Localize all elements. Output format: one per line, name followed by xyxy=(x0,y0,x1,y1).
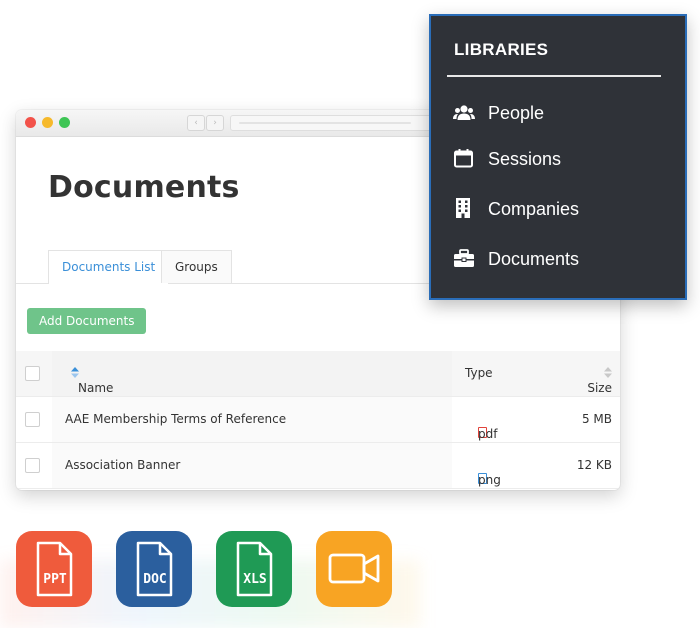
forward-button[interactable]: › xyxy=(206,115,224,131)
ppt-file-icon: PPT xyxy=(16,531,92,607)
table-row[interactable]: AAE Membership Terms of Reference pdf 5 … xyxy=(16,397,620,443)
calendar-icon xyxy=(454,149,473,168)
name-column-label: Name xyxy=(78,381,114,395)
xls-label: XLS xyxy=(243,572,267,587)
divider xyxy=(447,75,661,77)
library-item-label: Sessions xyxy=(488,149,562,169)
xls-file-icon: XLS xyxy=(216,531,292,607)
briefcase-icon xyxy=(454,249,474,267)
type-column-header[interactable]: Type xyxy=(452,351,532,396)
table-row[interactable]: Association Banner png 12 KB xyxy=(16,443,620,489)
libraries-panel: LIBRARIES People Sessions Companies Docu… xyxy=(429,14,687,300)
close-window-button[interactable] xyxy=(25,117,36,128)
back-button[interactable]: ‹ xyxy=(187,115,205,131)
tab-groups[interactable]: Groups xyxy=(161,250,232,283)
sort-neutral-icon xyxy=(604,367,612,378)
select-all-checkbox[interactable] xyxy=(25,366,40,381)
library-item-documents[interactable]: Documents xyxy=(453,244,673,274)
library-item-people[interactable]: People xyxy=(453,98,673,128)
library-item-companies[interactable]: Companies xyxy=(453,194,673,224)
maximize-window-button[interactable] xyxy=(59,117,70,128)
document-size: 12 KB xyxy=(576,458,612,472)
size-column-label: Size xyxy=(587,381,612,395)
document-name[interactable]: AAE Membership Terms of Reference xyxy=(65,412,286,426)
table-header-row: Name Type Size xyxy=(16,351,620,397)
library-item-label: Companies xyxy=(488,199,580,219)
add-documents-button[interactable]: Add Documents xyxy=(27,308,147,334)
row-checkbox[interactable] xyxy=(25,412,40,427)
size-column-header[interactable]: Size xyxy=(532,351,612,396)
library-item-label: Documents xyxy=(488,249,580,269)
people-icon xyxy=(453,105,475,120)
type-column-label: Type xyxy=(465,366,493,380)
documents-table: Name Type Size AAE Membership Terms of R… xyxy=(16,351,620,489)
doc-file-icon: DOC xyxy=(116,531,192,607)
libraries-title: LIBRARIES xyxy=(454,40,549,59)
building-icon xyxy=(456,198,470,218)
minimize-window-button[interactable] xyxy=(42,117,53,128)
library-item-sessions[interactable]: Sessions xyxy=(453,144,673,174)
name-column-header[interactable]: Name xyxy=(52,351,452,396)
ppt-label: PPT xyxy=(43,572,67,587)
document-type: pdf xyxy=(478,427,498,441)
document-name[interactable]: Association Banner xyxy=(65,458,180,472)
document-size: 5 MB xyxy=(581,412,612,426)
library-item-label: People xyxy=(488,103,545,123)
video-file-icon xyxy=(316,531,392,607)
doc-label: DOC xyxy=(143,572,166,587)
page-title: Documents xyxy=(48,170,240,205)
tab-documents-list[interactable]: Documents List xyxy=(48,250,170,284)
document-type: png xyxy=(478,473,501,487)
row-checkbox[interactable] xyxy=(25,458,40,473)
sort-ascending-icon xyxy=(71,367,79,378)
